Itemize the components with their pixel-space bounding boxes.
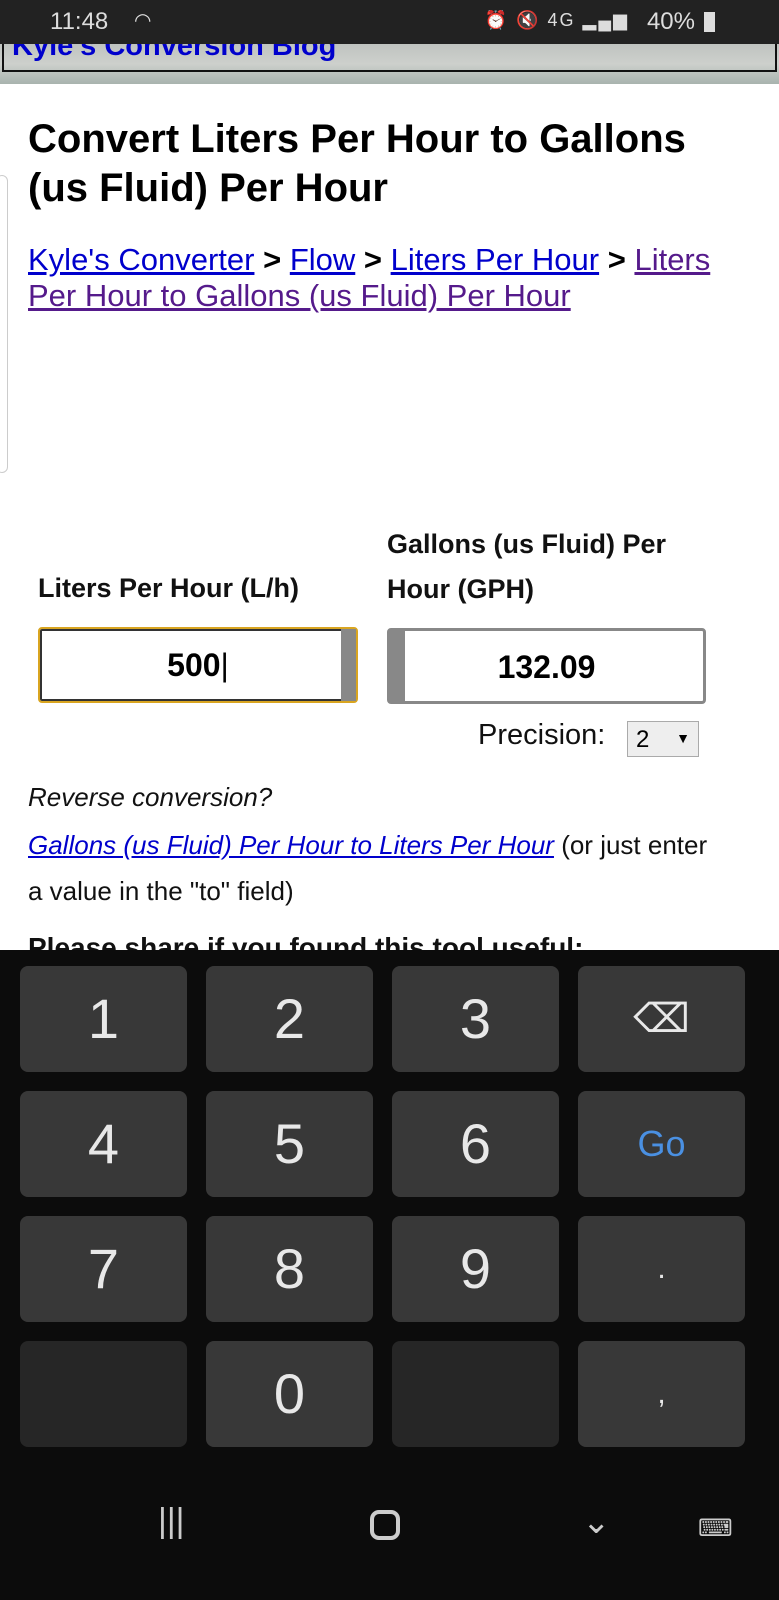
backspace-key[interactable]: ⌫ — [578, 966, 745, 1072]
key-3[interactable]: 3 — [392, 966, 559, 1072]
breadcrumb-kyles-converter[interactable]: Kyle's Converter — [28, 242, 254, 277]
keyboard-icon[interactable]: ⌨ — [698, 1514, 733, 1543]
go-key[interactable]: Go — [578, 1091, 745, 1197]
precision-select[interactable]: 2 ▼ — [627, 721, 699, 757]
back-chevron-icon[interactable]: ⌄ — [582, 1502, 611, 1542]
reverse-conversion-link[interactable]: Gallons (us Fluid) Per Hour to Liters Pe… — [28, 830, 554, 860]
precision-label: Precision: — [478, 719, 606, 751]
site-title[interactable]: Kyle's Conversion Blog — [12, 44, 336, 63]
to-value-input[interactable]: 132.09 — [387, 628, 706, 704]
key-9[interactable]: 9 — [392, 1216, 559, 1322]
input-spinner[interactable] — [390, 631, 405, 701]
input-spinner[interactable] — [341, 629, 356, 701]
site-banner[interactable]: Kyle's Conversion Blog — [0, 44, 779, 84]
from-value: 500 — [167, 647, 221, 683]
side-panel-handle[interactable] — [0, 175, 8, 473]
breadcrumb: Kyle's Converter > Flow > Liters Per Hou… — [28, 242, 728, 314]
key-5[interactable]: 5 — [206, 1091, 373, 1197]
breadcrumb-liters-per-hour[interactable]: Liters Per Hour — [391, 242, 599, 277]
dropdown-arrow-icon: ▼ — [676, 730, 690, 746]
key-7[interactable]: 7 — [20, 1216, 187, 1322]
key-comma[interactable]: , — [578, 1341, 745, 1447]
navigation-bar: ||| ⌄ ⌨ — [0, 1470, 779, 1600]
key-6[interactable]: 6 — [392, 1091, 559, 1197]
reverse-text: Gallons (us Fluid) Per Hour to Liters Pe… — [28, 822, 728, 914]
battery-level: 40% — [646, 8, 695, 35]
key-period[interactable]: . — [578, 1216, 745, 1322]
page-title: Convert Liters Per Hour to Gallons (us F… — [28, 117, 686, 210]
status-icons: ⏰ 🔇 4G ▂▄▆ — [484, 10, 629, 30]
precision-value: 2 — [636, 726, 650, 753]
home-icon[interactable] — [370, 1510, 400, 1540]
from-value-input[interactable]: 500| — [38, 627, 358, 703]
key-0[interactable]: 0 — [206, 1341, 373, 1447]
recent-apps-icon[interactable]: ||| — [158, 1502, 185, 1541]
breadcrumb-separator: > — [363, 242, 382, 277]
clock: 11:48 — [50, 8, 109, 35]
to-unit-label: Gallons (us Fluid) Per Hour (GPH) — [387, 529, 667, 604]
status-bar: 11:48 ◠ ⏰ 🔇 4G ▂▄▆ 40% — [0, 0, 779, 44]
key-blank-right[interactable] — [392, 1341, 559, 1447]
breadcrumb-flow[interactable]: Flow — [290, 242, 355, 277]
key-4[interactable]: 4 — [20, 1091, 187, 1197]
breadcrumb-separator: > — [263, 242, 282, 277]
key-1[interactable]: 1 — [20, 966, 187, 1072]
reverse-question: Reverse conversion? — [28, 782, 273, 812]
battery-icon — [704, 12, 715, 32]
from-unit-label: Liters Per Hour (L/h) — [38, 573, 300, 603]
breadcrumb-separator: > — [607, 242, 626, 277]
wifi-icon: ◠ — [134, 10, 152, 32]
to-value: 132.09 — [497, 649, 596, 685]
key-2[interactable]: 2 — [206, 966, 373, 1072]
key-8[interactable]: 8 — [206, 1216, 373, 1322]
key-blank-left[interactable] — [20, 1341, 187, 1447]
